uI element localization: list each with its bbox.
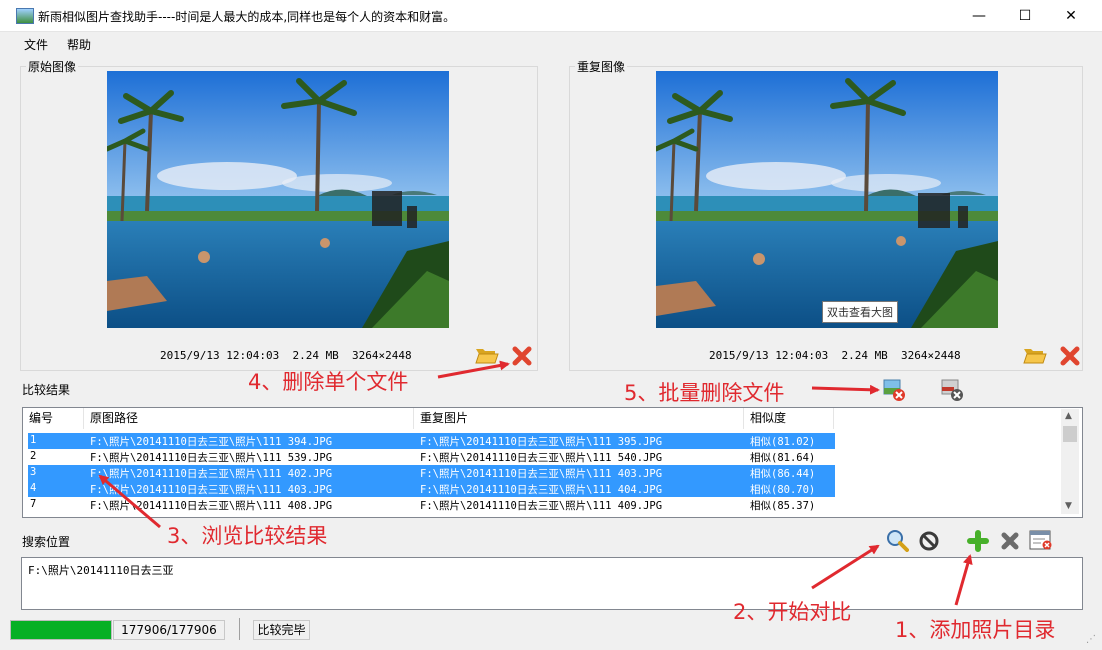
arrow-2 [811,544,880,590]
annotation-add-folder: 1、添加照片目录 [895,618,1056,642]
annotation-browse-results: 3、浏览比较结果 [167,524,328,548]
arrow-3 [98,474,161,529]
annotation-start-compare: 2、开始对比 [733,600,852,624]
annotation-delete-single: 4、删除单个文件 [248,370,409,394]
annotation-arrows [98,360,973,606]
annotation-batch-delete: 5、批量删除文件 [624,381,785,405]
arrow-4 [437,360,510,379]
arrow-5 [811,384,880,395]
arrow-1 [954,554,973,606]
